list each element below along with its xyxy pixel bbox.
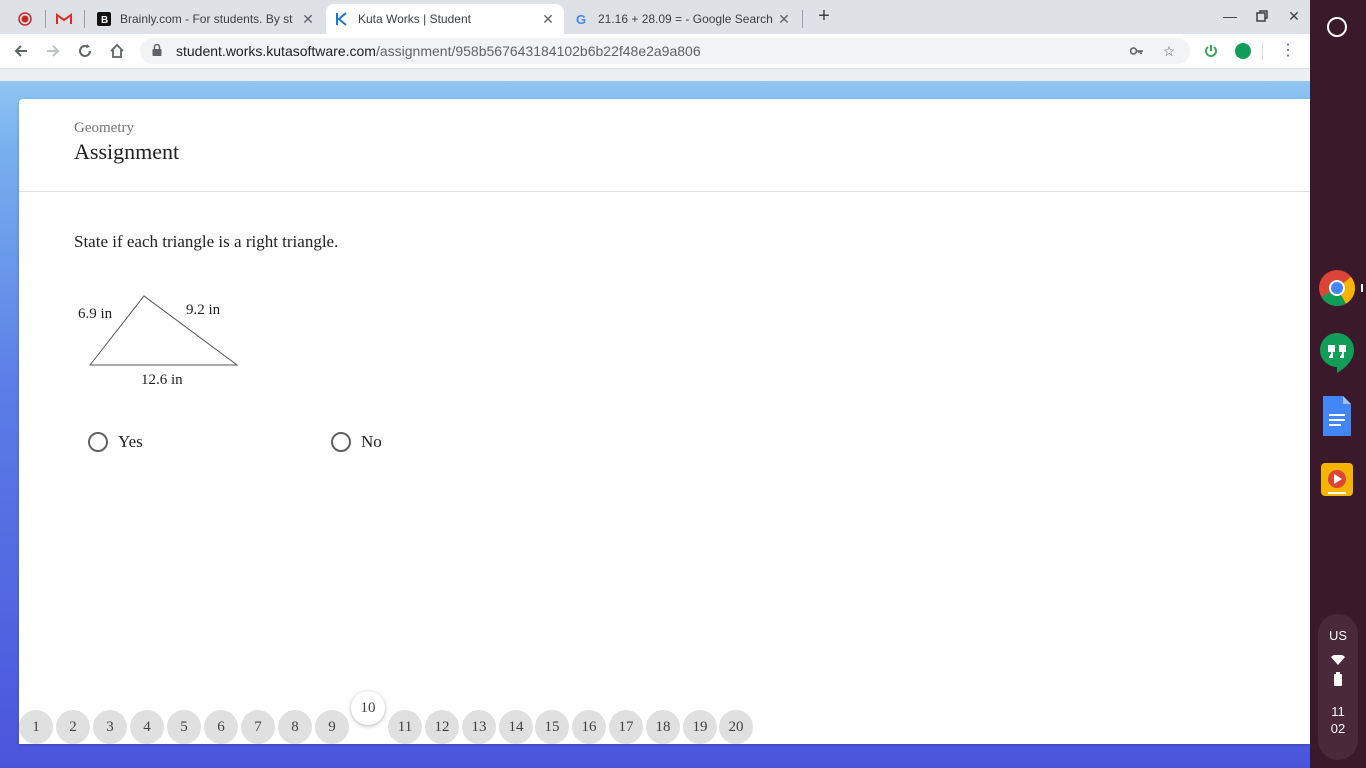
page-button-3[interactable]: 3 [93, 710, 127, 744]
tab-separator [45, 10, 46, 28]
answer-no[interactable]: No [331, 432, 382, 452]
close-icon[interactable]: ✕ [540, 11, 556, 27]
page-button-19[interactable]: 19 [683, 710, 717, 744]
page-title: Assignment [74, 139, 180, 164]
google-icon: G [574, 11, 590, 27]
page-button-4[interactable]: 4 [130, 710, 164, 744]
clock-hour: 11 [1331, 704, 1345, 719]
wifi-icon [1318, 653, 1358, 668]
page-button-1[interactable]: 1 [19, 710, 53, 744]
answer-label: No [361, 432, 382, 451]
tab-kuta[interactable]: Kuta Works | Student ✕ [326, 4, 564, 34]
page-button-14[interactable]: 14 [499, 710, 533, 744]
page-button-10-current[interactable]: 10 [351, 691, 385, 725]
grammarly-extension-icon[interactable] [1235, 43, 1251, 59]
assignment-card: Geometry Assignment State if each triang… [19, 99, 1310, 744]
hangouts-icon[interactable] [1318, 332, 1356, 373]
side-label-base: 12.6 in [141, 372, 183, 388]
page-button-11[interactable]: 11 [388, 710, 422, 744]
toolbar-divider [1262, 42, 1263, 60]
lock-icon [152, 43, 166, 59]
answer-label: Yes [118, 432, 143, 451]
back-arrow-icon[interactable] [11, 41, 31, 61]
restore-icon[interactable] [1252, 8, 1272, 26]
answer-yes[interactable]: Yes [88, 432, 143, 452]
slides-icon[interactable] [1320, 462, 1354, 500]
page-button-5[interactable]: 5 [167, 710, 201, 744]
home-icon[interactable] [107, 41, 127, 61]
tab-strip: B Brainly.com - For students. By st ✕ Ku… [0, 0, 1310, 34]
tab-title: Brainly.com - For students. By st [120, 12, 293, 26]
minimize-icon[interactable]: — [1220, 8, 1240, 26]
url-host: student.works.kutasoftware.com [176, 43, 376, 59]
page-button-7[interactable]: 7 [241, 710, 275, 744]
tab-record[interactable] [10, 4, 42, 34]
radio-button[interactable] [88, 432, 108, 452]
page-button-16[interactable]: 16 [572, 710, 606, 744]
kuta-icon [334, 11, 350, 27]
tab-separator [802, 10, 803, 28]
battery-icon [1318, 672, 1358, 689]
tab-google[interactable]: G 21.16 + 28.09 = - Google Search ✕ [566, 4, 800, 34]
page-button-9[interactable]: 9 [315, 710, 349, 744]
power-extension-icon[interactable] [1203, 43, 1219, 59]
tab-brainly[interactable]: B Brainly.com - For students. By st ✕ [88, 4, 324, 34]
subject-label: Geometry [74, 120, 134, 136]
gmail-icon [56, 11, 72, 27]
active-app-indicator [1361, 284, 1363, 292]
bookmark-star-icon[interactable]: ☆ [1160, 42, 1178, 60]
question-pager: 1 2 3 4 5 6 7 8 9 10 11 12 13 14 15 16 1… [19, 691, 779, 756]
page-button-12[interactable]: 12 [425, 710, 459, 744]
forward-arrow-icon[interactable] [43, 41, 63, 61]
new-tab-button[interactable]: + [814, 6, 834, 26]
close-icon[interactable]: ✕ [776, 11, 792, 27]
tab-gmail[interactable] [48, 4, 82, 34]
page-button-6[interactable]: 6 [204, 710, 238, 744]
svg-text:B: B [101, 15, 108, 26]
more-menu-icon[interactable]: ⋮ [1280, 42, 1296, 60]
close-icon[interactable]: ✕ [300, 11, 316, 27]
docs-icon[interactable] [1321, 396, 1353, 436]
brainly-icon: B [96, 11, 112, 27]
radio-button[interactable] [331, 432, 351, 452]
chrome-icon[interactable] [1318, 269, 1356, 307]
tab-separator [84, 10, 85, 28]
page-button-15[interactable]: 15 [535, 710, 569, 744]
side-label-right: 9.2 in [186, 302, 221, 318]
question-instruction: State if each triangle is a right triang… [74, 232, 339, 251]
page-button-18[interactable]: 18 [646, 710, 680, 744]
reload-icon[interactable] [75, 41, 95, 61]
card-header: Geometry Assignment [19, 99, 1310, 192]
clock: 11 02 [1318, 703, 1358, 737]
page-button-17[interactable]: 17 [609, 710, 643, 744]
record-icon [18, 11, 32, 27]
address-bar[interactable]: student.works.kutasoftware.com/assignmen… [140, 38, 1190, 64]
close-window-icon[interactable]: ✕ [1284, 8, 1304, 26]
triangle-figure: 6.9 in 9.2 in 12.6 in [74, 284, 254, 394]
side-label-left: 6.9 in [78, 306, 113, 322]
status-tray[interactable]: US 11 02 [1318, 614, 1358, 760]
page-button-2[interactable]: 2 [56, 710, 90, 744]
svg-text:G: G [576, 12, 586, 26]
page-button-8[interactable]: 8 [278, 710, 312, 744]
keyboard-locale: US [1328, 628, 1348, 643]
page-button-13[interactable]: 13 [462, 710, 496, 744]
tab-title: 21.16 + 28.09 = - Google Search [598, 12, 773, 26]
clock-minute: 02 [1330, 721, 1346, 736]
tab-title: Kuta Works | Student [358, 12, 471, 26]
page-background: Geometry Assignment State if each triang… [0, 69, 1310, 768]
url-path: /assignment/958b567643184102b6b22f48e2a9… [375, 43, 701, 59]
key-icon[interactable] [1128, 42, 1146, 60]
page-button-20[interactable]: 20 [719, 710, 753, 744]
launcher-icon[interactable] [1327, 17, 1347, 37]
browser-toolbar: student.works.kutasoftware.com/assignmen… [0, 34, 1310, 69]
